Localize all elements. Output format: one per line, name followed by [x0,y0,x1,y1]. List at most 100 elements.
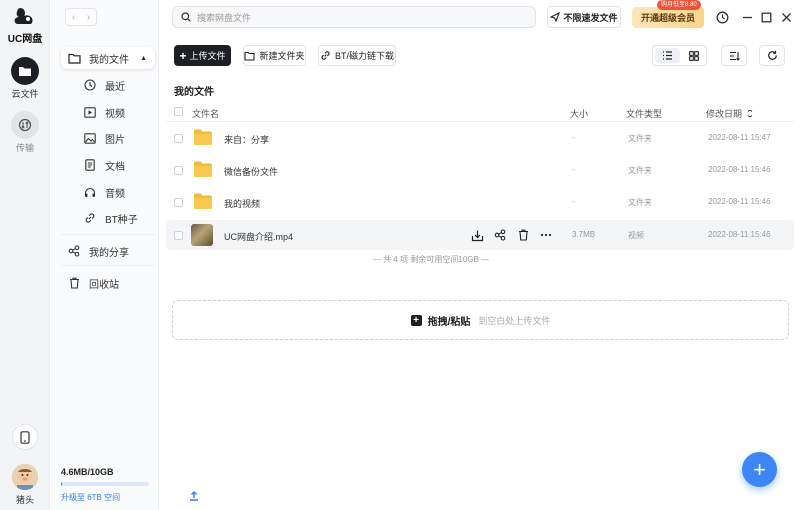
vip-label: 开通超级会员 [640,13,695,23]
sidebar-item-my-files[interactable]: 我的文件 ▲ [61,47,155,69]
file-name[interactable]: 微信备份文件 [224,165,278,178]
more-icon[interactable] [539,228,553,242]
file-type: 视频 [628,231,644,240]
sidebar-divider [61,265,155,266]
sidebar-item-video[interactable]: 视频 [83,103,125,121]
close-icon[interactable] [779,10,793,24]
upgrade-storage-link[interactable]: 升级至 6TB 空间 [61,492,120,503]
sidebar-item-documents[interactable]: 文档 [83,156,125,174]
sidebar-item-label: 文档 [105,161,125,173]
vip-subscribe-button[interactable]: 开通超级会员 [632,7,704,28]
user-name: 猪头 [15,495,34,505]
folder-icon [194,193,212,209]
minimize-icon[interactable] [740,10,754,24]
storage-usage: 4.6MB/10GB [61,467,114,477]
list-view-button[interactable] [655,48,680,63]
select-all-checkbox[interactable] [174,107,183,116]
refresh-button[interactable] [759,45,785,66]
column-header-date[interactable]: 修改日期 [706,107,753,120]
back-arrow-icon[interactable]: ‹ [72,12,75,23]
column-header-date-label: 修改日期 [706,109,743,119]
sidebar-item-label: 视频 [105,108,125,120]
avatar-image-icon [12,464,38,490]
file-date: 2022-08-11 15:46 [708,165,771,174]
search-input[interactable]: 搜索网盘文件 [197,11,251,24]
page-title: 我的文件 [174,87,214,98]
file-name[interactable]: UC网盘介绍.mp4 [224,230,293,243]
bt-download-button[interactable]: BT/磁力链下载 [318,45,396,66]
file-type: 文件夹 [628,134,652,143]
dropzone-action: 拖拽/粘贴 [427,316,471,328]
image-icon [83,132,96,145]
transfer-icon [18,118,32,132]
column-header-size[interactable]: 大小 [570,107,588,120]
forward-arrow-icon[interactable]: › [87,12,90,23]
sort-button[interactable] [721,45,747,66]
rail-transfer-button[interactable] [11,111,39,139]
sidebar: ‹ › 我的文件 ▲ 最近 视频 图片 文档 音频 BT种子 我的分享 回收站 … [51,0,198,510]
table-row[interactable]: 我的视频 - 文件夹 2022-08-11 15:46 [166,187,794,217]
upload-button[interactable]: + 上传文件 [174,45,231,66]
file-size: - [572,165,575,174]
sidebar-item-images[interactable]: 图片 [83,129,125,147]
avatar[interactable] [12,464,38,490]
refresh-icon [767,50,777,60]
table-row[interactable]: 来自：分享 - 文件夹 2022-08-11 15:47 [166,123,794,153]
document-icon [83,159,96,172]
sidebar-item-audio[interactable]: 音频 [83,183,125,201]
file-size: - [572,197,575,206]
column-header-type[interactable]: 文件类型 [626,107,662,120]
delete-icon[interactable] [516,228,530,242]
history-clock-icon[interactable] [715,10,729,24]
row-checkbox[interactable] [174,166,183,175]
uc-logo-icon [14,8,33,24]
sidebar-item-label: 回收站 [89,279,119,291]
file-size: 3.7MB [572,230,596,239]
sidebar-item-recent[interactable]: 最近 [83,76,125,94]
storage-bar [61,482,149,486]
search-box[interactable]: 搜索网盘文件 [172,6,536,28]
file-summary: — 共 4 项 剩余可用空间10GB — [372,255,490,264]
new-folder-label: 新建文件夹 [259,51,305,61]
upload-label: 上传文件 [189,51,226,61]
file-date: 2022-08-11 15:47 [708,133,771,142]
sidebar-item-recycle-bin[interactable]: 回收站 [61,272,155,294]
sidebar-item-label: 我的分享 [89,247,129,259]
app-name: UC网盘 [7,34,43,45]
file-size: - [572,133,575,142]
mobile-app-button[interactable] [12,424,38,450]
sidebar-item-label: 我的文件 [89,54,129,66]
speed-label: 不限速发文件 [563,12,618,23]
plus-box-icon: + [410,314,422,326]
row-checkbox[interactable] [174,134,183,143]
grid-view-button[interactable] [682,46,707,65]
sidebar-item-label: 音频 [105,188,125,200]
sidebar-item-bt[interactable]: BT种子 [83,209,138,227]
download-icon[interactable] [470,228,484,242]
share-icon[interactable] [493,228,507,242]
link-icon [83,212,96,225]
unlimited-speed-send-button[interactable]: 不限速发文件 [547,6,621,28]
upload-dropzone[interactable]: + 拖拽/粘贴 到空白处上传文件 [172,300,789,340]
list-icon [662,51,672,60]
new-folder-button[interactable]: 新建文件夹 [243,45,306,66]
floating-add-button[interactable]: + [742,452,777,487]
rail-cloud-files-button[interactable] [11,57,39,85]
file-type: 文件夹 [628,198,652,207]
video-thumbnail [191,224,213,246]
table-header: 文件名 大小 文件类型 修改日期 [166,102,794,122]
row-checkbox[interactable] [174,198,183,207]
column-header-name[interactable]: 文件名 [192,107,219,120]
folder-icon [19,67,31,76]
plus-icon: + [179,48,187,63]
table-row[interactable]: 微信备份文件 - 文件夹 2022-08-11 15:46 [166,155,794,185]
sidebar-item-my-share[interactable]: 我的分享 [61,240,155,262]
maximize-icon[interactable] [759,10,773,24]
row-checkbox[interactable] [174,231,183,240]
table-row[interactable]: UC网盘介绍.mp4 3.7MB 视频 2022-08-11 15:46 [166,220,794,250]
file-name[interactable]: 来自：分享 [224,133,269,146]
upload-arrow-icon[interactable] [189,491,199,501]
dropzone-hint: 到空白处上传文件 [478,315,551,326]
file-name[interactable]: 我的视频 [224,197,260,210]
grid-icon [688,50,699,61]
